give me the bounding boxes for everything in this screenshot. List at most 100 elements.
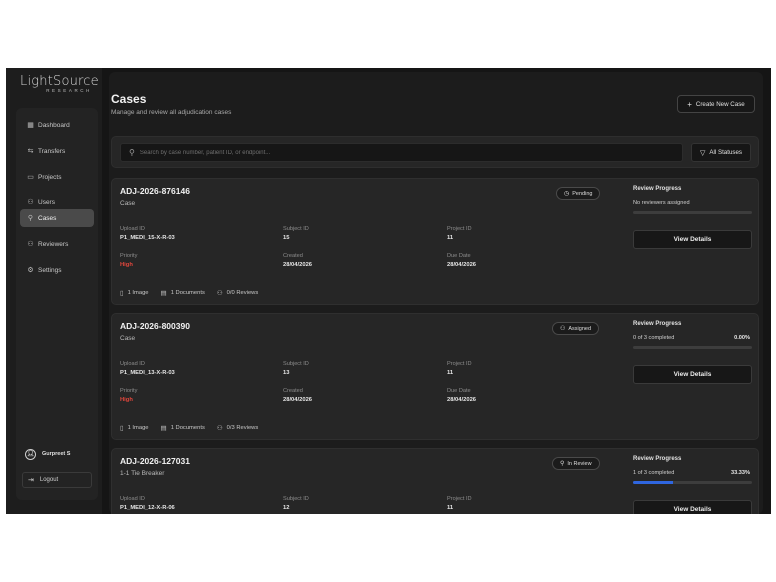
project-id-label: Project ID <box>447 496 472 502</box>
user-profile[interactable]: 👤︎ Gurpreet S <box>22 444 92 464</box>
created-label: Created <box>283 253 303 259</box>
view-details-button[interactable]: View Details <box>633 500 752 514</box>
images-count-label: 1 Image <box>127 290 149 296</box>
project-id-label: Project ID <box>447 361 472 367</box>
project-id-label: Project ID <box>447 226 472 232</box>
priority-label: Priority <box>120 388 138 394</box>
main-content: Cases Manage and review all adjudication… <box>109 72 763 514</box>
logout-icon: ⇥ <box>28 477 34 484</box>
filter-icon: ▽ <box>699 149 706 157</box>
review-progress-text: 1 of 3 completed <box>633 470 675 476</box>
gear-icon: ⚙ <box>27 267 34 274</box>
search-input[interactable] <box>139 149 640 156</box>
sidebar-item-label: Settings <box>38 266 62 274</box>
case-card: ADJ-2026-876146 Case ◷ Pending Upload ID… <box>111 178 759 305</box>
case-card: ADJ-2026-127031 1-1 Tie Breaker ⚲ In Rev… <box>111 448 759 514</box>
documents-count: ▤ 1 Documents <box>161 424 205 432</box>
review-progress-bar <box>633 346 752 349</box>
images-count: ▯ 1 Image <box>120 424 149 432</box>
sidebar-item-dashboard[interactable]: ▦ Dashboard <box>20 116 94 134</box>
images-count-label: 1 Image <box>127 425 149 431</box>
review-progress-percent: 0.00% <box>734 335 750 341</box>
due-date-label: Due Date <box>447 253 471 259</box>
documents-count: ▤ 1 Documents <box>161 289 205 297</box>
reviews-count: ⚇ 0/3 Reviews <box>217 424 258 432</box>
case-meta: ▯ 1 Image ▤ 1 Documents ⚇ 0/3 Reviews <box>120 424 270 432</box>
review-progress-percent: 33.33% <box>731 470 750 476</box>
users-icon: ⚇ <box>560 326 566 332</box>
status-label: Pending <box>572 190 593 197</box>
priority-label: Priority <box>120 253 138 259</box>
status-badge: ◷ Pending <box>556 187 601 200</box>
due-date-value: 28/04/2026 <box>447 397 477 403</box>
avatar: 👤︎ <box>25 448 36 460</box>
case-id[interactable]: ADJ-2026-876146 <box>120 186 190 196</box>
case-type: Case <box>120 335 136 342</box>
review-progress-text: 0 of 3 completed <box>633 335 675 341</box>
status-label: In Review <box>567 460 592 467</box>
review-progress-title: Review Progress <box>633 321 682 327</box>
grid-icon: ▦ <box>27 122 34 129</box>
status-badge: ⚲ In Review <box>552 457 600 470</box>
user-panel: 👤︎ Gurpreet S ⇥ Logout <box>22 444 92 502</box>
sidebar-item-reviewers[interactable]: ⚇ Reviewers <box>20 235 94 253</box>
case-meta: ▯ 1 Image ▤ 1 Documents ⚇ 0/0 Reviews <box>120 289 270 297</box>
priority-value: High <box>120 397 133 403</box>
search-icon: ⚲ <box>129 148 135 157</box>
clock-icon: ◷ <box>564 191 570 197</box>
upload-id-label: Upload ID <box>120 226 145 232</box>
search-panel: ⚲ ▽ All Statuses <box>111 136 759 168</box>
reviews-count-label: 0/0 Reviews <box>226 290 259 296</box>
images-count: ▯ 1 Image <box>120 289 149 297</box>
sidebar-item-label: Users <box>38 198 55 206</box>
view-details-button[interactable]: View Details <box>633 365 752 384</box>
sidebar-item-settings[interactable]: ⚙ Settings <box>20 261 94 279</box>
page-subtitle: Manage and review all adjudication cases <box>111 109 232 116</box>
sidebar-item-projects[interactable]: ▭ Projects <box>20 168 94 186</box>
image-file-icon: ▯ <box>120 290 124 297</box>
review-progress-title: Review Progress <box>633 456 682 462</box>
view-details-button[interactable]: View Details <box>633 230 752 249</box>
upload-id-value: P1_MEDI_15-X-R-03 <box>120 235 175 241</box>
review-progress-bar <box>633 211 752 214</box>
review-progress-bar <box>633 481 752 484</box>
sidebar-item-transfers[interactable]: ⇆ Transfers <box>20 142 94 160</box>
status-filter-dropdown[interactable]: ▽ All Statuses <box>691 143 751 162</box>
sidebar-item-label: Transfers <box>38 147 66 155</box>
sidebar-item-label: Cases <box>38 214 57 222</box>
upload-id-label: Upload ID <box>120 361 145 367</box>
created-value: 28/04/2026 <box>283 397 313 403</box>
reviews-count-label: 0/3 Reviews <box>226 425 259 431</box>
priority-value: High <box>120 262 133 268</box>
review-progress-fill <box>633 481 673 484</box>
users-icon: ⚇ <box>27 199 34 206</box>
image-file-icon: ▯ <box>120 425 124 432</box>
subject-id-value: 15 <box>283 235 290 241</box>
status-badge: ⚇ Assigned <box>552 322 600 335</box>
search-field[interactable]: ⚲ <box>120 143 683 162</box>
upload-id-value: P1_MEDI_12-X-R-06 <box>120 505 175 511</box>
created-label: Created <box>283 388 303 394</box>
subject-id-value: 13 <box>283 370 290 376</box>
case-id[interactable]: ADJ-2026-800390 <box>120 321 190 331</box>
project-id-value: 11 <box>447 505 454 511</box>
plus-icon: + <box>687 99 692 109</box>
reviewers-icon: ⚇ <box>27 241 34 248</box>
create-case-button[interactable]: + Create New Case <box>677 95 755 113</box>
review-progress-title: Review Progress <box>633 186 682 192</box>
document-icon: ▤ <box>160 425 167 432</box>
review-progress-text: No reviewers assigned <box>633 200 690 206</box>
reviews-count: ⚇ 0/0 Reviews <box>217 289 258 297</box>
app-window: LightSource RESEARCH ▦ Dashboard ⇆ Trans… <box>6 68 771 514</box>
created-value: 28/04/2026 <box>283 262 313 268</box>
documents-count-label: 1 Documents <box>170 425 205 431</box>
logo: LightSource RESEARCH <box>20 74 99 93</box>
subject-id-label: Subject ID <box>283 226 309 232</box>
case-id[interactable]: ADJ-2026-127031 <box>120 456 190 466</box>
logout-button[interactable]: ⇥ Logout <box>22 472 92 488</box>
case-type: Case <box>120 200 136 207</box>
due-date-label: Due Date <box>447 388 471 394</box>
user-name: Gurpreet S <box>42 451 71 457</box>
sidebar-item-cases[interactable]: ⚲ Cases <box>20 209 94 227</box>
create-case-label: Create New Case <box>695 100 745 108</box>
